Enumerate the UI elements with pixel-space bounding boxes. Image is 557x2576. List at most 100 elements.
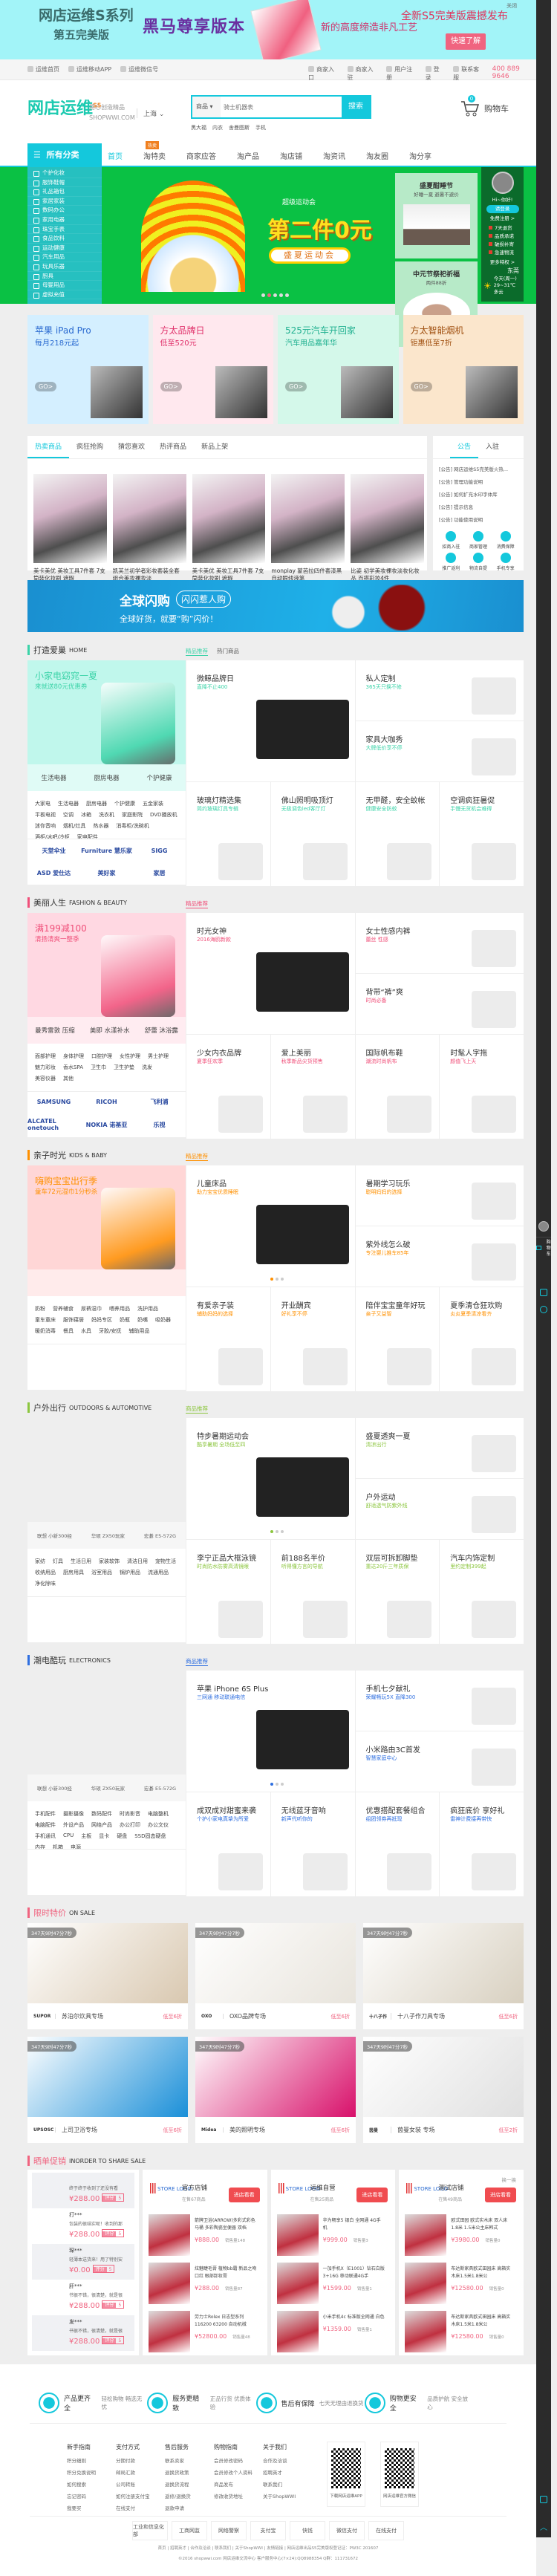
slider-dot[interactable] — [270, 1530, 274, 1533]
category-link[interactable]: 身体护理 — [63, 1053, 84, 1060]
category-link[interactable]: 营养辅食 — [53, 1305, 74, 1313]
quick-link[interactable]: 宏碁 E5-572G — [144, 1532, 176, 1539]
hot-word-link[interactable]: 内衣 — [212, 124, 223, 131]
service-link[interactable]: 手机专享 — [492, 553, 519, 571]
promo-cell[interactable]: 无甲醛，安全蚊帐 健康安全防蚊 — [355, 782, 440, 886]
quick-link[interactable]: 联想 小新300经 — [37, 1532, 72, 1539]
go-button[interactable]: GO> — [35, 382, 57, 391]
promo-cell[interactable]: 空调疯狂暑促 手慢无货机会难得 — [440, 782, 524, 886]
category-item[interactable]: 数码办公 — [27, 206, 102, 215]
promo-link[interactable]: 舒蕾 沐浴露 — [145, 1026, 178, 1035]
section-tab[interactable]: 热门商品 — [217, 647, 239, 656]
category-item[interactable]: 珠宝手表 — [27, 225, 102, 235]
category-link[interactable]: 其他 — [63, 1075, 74, 1082]
footer-link[interactable]: 积分细则 — [67, 2455, 116, 2467]
category-item[interactable]: 厨具 — [27, 272, 102, 282]
category-link[interactable]: 妈妈专区 — [91, 1316, 112, 1324]
quick-link[interactable]: 华硕 ZX50玩家 — [91, 1532, 125, 1539]
category-link[interactable]: 家电配件 — [77, 833, 98, 839]
brand-logo[interactable]: NOKIA 诺基亚 — [86, 1121, 128, 1129]
top-ad-banner[interactable]: 网店运维S系列 第五完美版 黑马尊享版本 新的高度缔造非凡工艺 全新S5完美版震… — [0, 0, 536, 59]
section-promo[interactable]: 嗨购宝宝出行季 童车72元湿巾1分秒杀 — [27, 1165, 186, 1296]
brand-logo[interactable]: ALCATEL onetouch — [27, 1118, 80, 1131]
promo-cell[interactable]: 少女内衣品牌 夏季狂欢季 — [186, 1035, 270, 1139]
category-link[interactable]: 男士护理 — [148, 1053, 169, 1060]
sale-card[interactable]: 347天9时47分7秒 茵曼 茵曼女装 专场 低至2折 — [363, 2037, 524, 2143]
promo-cell[interactable]: 国际帆布鞋 潮流时尚帆布 — [355, 1035, 440, 1139]
category-link[interactable]: 办公文仪 — [148, 1821, 169, 1829]
category-link[interactable]: 清洁日用 — [127, 1558, 148, 1565]
store-name[interactable]: 测试店铺 — [438, 2183, 463, 2192]
category-link[interactable]: 个护健康 — [114, 800, 135, 807]
edit-icon[interactable] — [540, 1289, 547, 1296]
product-image[interactable] — [405, 2311, 447, 2352]
slider-dot[interactable] — [281, 1530, 284, 1533]
category-link[interactable]: 口腔护理 — [91, 1053, 112, 1060]
tab-0[interactable]: 热卖商品 — [27, 436, 70, 458]
promo-cell[interactable]: 李宁正品大框泳镜 时尚防水防雾高清镜眼 — [186, 1540, 270, 1644]
category-link[interactable]: 牙胶/安抚 — [99, 1327, 121, 1335]
category-link[interactable]: 水具 — [81, 1327, 91, 1335]
category-link[interactable]: 吸奶器 — [155, 1316, 171, 1324]
category-link[interactable]: 家庭影院 — [122, 811, 143, 819]
footer-links[interactable]: 首页 | 招聘英才 | 合作及洽谈 | 联系我们 | 关于ShopWWI | 友… — [0, 2545, 536, 2551]
section-tab[interactable]: 商品推荐 — [186, 1657, 208, 1666]
category-link[interactable]: 机箱 — [53, 1844, 63, 1849]
slider-dot[interactable] — [270, 1278, 274, 1281]
slider-dot[interactable] — [267, 293, 271, 297]
sale-image[interactable]: 347天9时47分7秒 — [195, 2037, 356, 2117]
category-item[interactable]: 虚拟充值 — [27, 290, 102, 300]
product-image[interactable] — [192, 474, 266, 563]
section-promo[interactable]: 小家电窈窕一夏 来就送80元优惠券 生活电器 厨房电器 个护健康 — [27, 660, 186, 791]
store-name[interactable]: 运维自营 — [310, 2183, 336, 2192]
brand-logo[interactable]: 天堂伞业 — [42, 847, 66, 855]
topbar-link[interactable]: 登录 — [425, 65, 444, 82]
promo-cell[interactable]: 盛夏透爽一夏 清凉出行 — [355, 1418, 524, 1478]
category-link[interactable]: 电源 — [71, 1844, 81, 1849]
ad-cta-button[interactable]: 快速了解 — [446, 33, 486, 50]
category-link[interactable]: 辅助用品 — [128, 1327, 149, 1335]
footer-link[interactable]: 退款申请 — [165, 2502, 214, 2514]
tab-3[interactable]: 热评商品 — [152, 436, 194, 458]
brand-logo[interactable]: 飞利浦 — [151, 1098, 169, 1106]
promo-cell[interactable]: 家具大咖秀 大牌低价享不停 — [355, 721, 524, 781]
category-link[interactable]: 冰箱 — [81, 811, 91, 819]
product-image[interactable] — [276, 2214, 319, 2256]
promo-banner[interactable]: 苹果 iPad Pro 每月218元起 GO> — [27, 315, 149, 424]
more-privileges-link[interactable]: 更多特权 > — [481, 259, 524, 265]
hot-word-link[interactable]: 黑大福 — [191, 124, 206, 131]
section-tab[interactable]: 精品推荐 — [186, 1152, 208, 1161]
certification-badge[interactable]: 支付宝 — [250, 2521, 286, 2540]
certification-badge[interactable]: 在线支付 — [368, 2521, 404, 2540]
sale-card[interactable]: 347天9时47分7秒 十八子作 十八子作刀具专场 低至6折 — [363, 1923, 524, 2029]
nav-item[interactable]: 首页 — [108, 150, 123, 161]
category-link[interactable]: 五金家装 — [143, 800, 163, 807]
category-item[interactable]: 家用电器 — [27, 215, 102, 225]
sale-image[interactable]: 347天9时47分7秒 — [27, 1923, 188, 2003]
qr-code-icon[interactable] — [540, 2496, 547, 2503]
promo-cell[interactable]: 优惠搭配套餐组合 组团领券再抵现 — [355, 1792, 440, 1896]
slider-dot[interactable] — [281, 1783, 284, 1786]
footer-link[interactable]: 退换货流程 — [165, 2479, 214, 2491]
section-promo[interactable]: 满199减100 清扬清爽一整季 曼秀雷敦 压缩 美即 水漾补水 舒蕾 沐浴露 — [27, 913, 186, 1044]
promo-cell[interactable]: 特步暑期运动会 酷享暑期 全场低至四 — [186, 1418, 355, 1539]
promo-cell[interactable]: 时髦人字拖 颜值飞上天 — [440, 1035, 524, 1139]
footer-link[interactable]: 商品发布 — [214, 2479, 263, 2491]
promo-link[interactable]: 美即 水漾补水 — [90, 1026, 130, 1035]
back-to-top-icon[interactable]: ︿ — [540, 2521, 547, 2532]
category-link[interactable]: 洗护用品 — [137, 1305, 158, 1313]
product-image[interactable] — [276, 2263, 319, 2304]
store-product[interactable]: 箭牌卫浴(ARROW)多彩式彩色马桶 多彩陶瓷坐便器 双档 ¥888.00 销售量1… — [149, 2214, 261, 2263]
nav-item[interactable]: 淘特卖 — [143, 150, 166, 161]
product-image[interactable] — [33, 474, 107, 563]
category-item[interactable]: 礼品箱包 — [27, 187, 102, 197]
promo-link[interactable]: 生活电器 — [41, 773, 66, 782]
city-selector[interactable]: 上海 ⌄ — [137, 108, 164, 118]
footer-link[interactable]: 联系卖家 — [165, 2455, 214, 2467]
footer-link[interactable]: 联系我们 — [263, 2479, 312, 2491]
footer-link[interactable]: 招聘英才 — [263, 2467, 312, 2479]
footer-link[interactable]: 会员修改密码 — [214, 2455, 263, 2467]
promo-cell[interactable]: 开业酬宾 好礼享不停 — [270, 1287, 355, 1391]
tab-1[interactable]: 疯狂抢购 — [69, 436, 111, 458]
category-link[interactable]: 厨房电器 — [86, 800, 107, 807]
